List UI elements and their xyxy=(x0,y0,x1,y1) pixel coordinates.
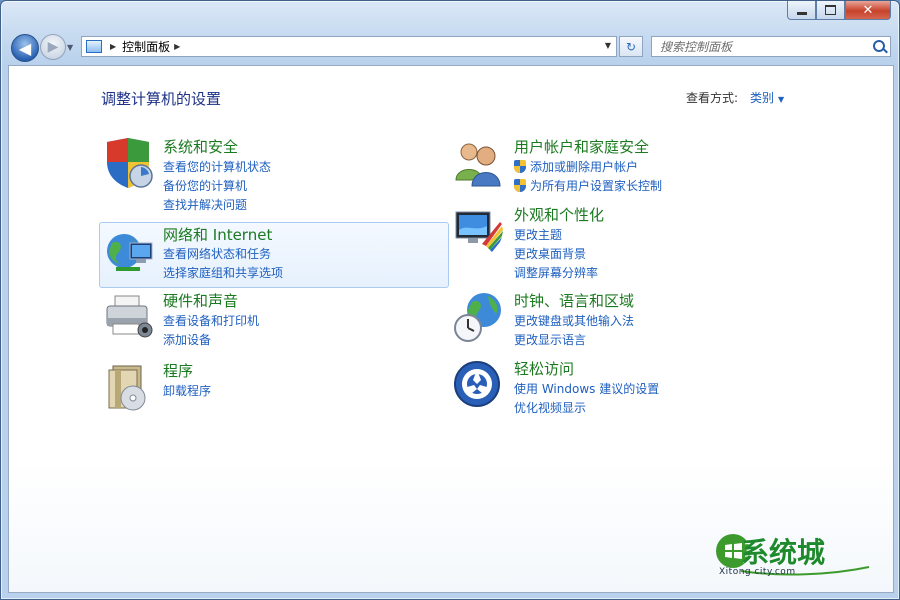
link-homegroup-sharing[interactable]: 选择家庭组和共享选项 xyxy=(163,264,283,281)
link-label[interactable]: 为所有用户设置家长控制 xyxy=(530,179,662,193)
search-input[interactable] xyxy=(658,38,867,55)
category-title[interactable]: 用户帐户和家庭安全 xyxy=(514,136,649,157)
ease-of-access-icon[interactable] xyxy=(452,358,506,412)
link-parental-controls[interactable]: 为所有用户设置家长控制 xyxy=(514,177,662,194)
link-backup-computer[interactable]: 备份您的计算机 xyxy=(163,177,247,194)
shield-icon[interactable] xyxy=(101,136,155,190)
link-use-windows-recommended-settings[interactable]: 使用 Windows 建议的设置 xyxy=(514,380,659,397)
breadcrumb-control-panel[interactable]: 控制面板 xyxy=(122,38,170,55)
minimize-icon xyxy=(796,11,807,15)
network-icon[interactable] xyxy=(102,225,156,279)
category-title[interactable]: 时钟、语言和区域 xyxy=(514,290,634,311)
category-title[interactable]: 系统和安全 xyxy=(163,136,238,157)
close-icon: ✕ xyxy=(862,2,874,18)
link-add-remove-users[interactable]: 添加或删除用户帐户 xyxy=(514,158,638,175)
category-clock-language-region: 时钟、语言和区域 更改键盘或其他输入法 更改显示语言 xyxy=(452,290,802,350)
uac-shield-icon xyxy=(514,179,526,192)
watermark-text: 系统城 xyxy=(741,536,826,569)
monitor-palette-icon[interactable] xyxy=(452,204,506,258)
category-title[interactable]: 网络和 Internet xyxy=(163,224,272,245)
watermark-subtext: Xitong city.com xyxy=(719,567,796,577)
address-bar[interactable]: ▶ 控制面板 ▶ ▼ xyxy=(81,36,617,57)
refresh-icon: ↻ xyxy=(625,39,637,54)
control-panel-window: ✕ ◀ ▶ ▼ ▶ 控制面板 ▶ ▼ ↻ 调整计算机的设置 查看方式: 类别 ▼ xyxy=(0,0,900,600)
link-change-keyboard-input[interactable]: 更改键盘或其他输入法 xyxy=(514,312,634,329)
printer-icon[interactable] xyxy=(101,290,155,344)
link-change-display-language[interactable]: 更改显示语言 xyxy=(514,331,586,348)
link-find-fix-problems[interactable]: 查找并解决问题 xyxy=(163,196,247,213)
category-system-security: 系统和安全 查看您的计算机状态 备份您的计算机 查找并解决问题 xyxy=(101,136,451,216)
address-dropdown-icon[interactable]: ▼ xyxy=(605,41,611,50)
link-devices-printers[interactable]: 查看设备和打印机 xyxy=(163,312,259,329)
forward-button[interactable]: ▶ xyxy=(40,34,66,60)
category-appearance: 外观和个性化 更改主题 更改桌面背景 调整屏幕分辨率 xyxy=(452,204,802,284)
category-title[interactable]: 外观和个性化 xyxy=(514,204,604,225)
refresh-button[interactable]: ↻ xyxy=(619,36,643,57)
category-title[interactable]: 轻松访问 xyxy=(514,358,574,379)
breadcrumb-chevron-icon[interactable]: ▶ xyxy=(110,42,116,51)
maximize-button[interactable] xyxy=(816,1,845,20)
chevron-down-icon[interactable]: ▼ xyxy=(778,95,784,104)
category-title[interactable]: 程序 xyxy=(163,360,193,381)
control-panel-content: 调整计算机的设置 查看方式: 类别 ▼ 系统和安全 查看您的计算机状态 备份您的计… xyxy=(8,65,894,593)
category-programs: 程序 卸载程序 xyxy=(101,360,451,420)
forward-arrow-icon: ▶ xyxy=(47,39,59,55)
link-label[interactable]: 添加或删除用户帐户 xyxy=(530,160,638,174)
navigation-bar: ◀ ▶ ▼ ▶ 控制面板 ▶ ▼ ↻ xyxy=(1,31,899,63)
caption-buttons: ✕ xyxy=(787,1,891,20)
view-by-dropdown[interactable]: 类别 ▼ xyxy=(750,89,784,106)
view-by-label: 查看方式: xyxy=(686,91,739,105)
category-title[interactable]: 硬件和声音 xyxy=(163,290,238,311)
page-title: 调整计算机的设置 xyxy=(101,90,222,108)
globe-clock-icon[interactable] xyxy=(452,290,506,344)
back-arrow-icon: ◀ xyxy=(18,38,32,58)
link-change-desktop-background[interactable]: 更改桌面背景 xyxy=(514,245,586,262)
link-view-computer-status[interactable]: 查看您的计算机状态 xyxy=(163,158,271,175)
search-icon[interactable] xyxy=(873,40,885,52)
control-panel-icon xyxy=(86,40,102,53)
minimize-button[interactable] xyxy=(787,1,816,20)
view-by-value[interactable]: 类别 xyxy=(750,91,774,105)
link-change-theme[interactable]: 更改主题 xyxy=(514,226,562,243)
link-uninstall-program[interactable]: 卸载程序 xyxy=(163,382,211,399)
recent-pages-dropdown[interactable]: ▼ xyxy=(67,43,73,52)
breadcrumb-chevron-icon[interactable]: ▶ xyxy=(174,42,180,51)
programs-icon[interactable] xyxy=(101,360,155,414)
link-adjust-screen-resolution[interactable]: 调整屏幕分辨率 xyxy=(514,264,598,281)
link-view-network-status[interactable]: 查看网络状态和任务 xyxy=(163,245,271,262)
category-hardware-sound: 硬件和声音 查看设备和打印机 添加设备 xyxy=(101,290,451,350)
category-network-internet[interactable]: 网络和 Internet 查看网络状态和任务 选择家庭组和共享选项 xyxy=(99,222,449,288)
link-optimize-visual-display[interactable]: 优化视频显示 xyxy=(514,399,586,416)
close-button[interactable]: ✕ xyxy=(845,1,891,20)
link-add-device[interactable]: 添加设备 xyxy=(163,331,211,348)
users-icon[interactable] xyxy=(452,136,506,190)
maximize-icon xyxy=(825,5,836,15)
category-user-accounts: 用户帐户和家庭安全 添加或删除用户帐户 为所有用户设置家长控制 xyxy=(452,136,802,196)
search-box[interactable] xyxy=(651,36,891,57)
category-ease-of-access: 轻松访问 使用 Windows 建议的设置 优化视频显示 xyxy=(452,358,802,418)
back-button[interactable]: ◀ xyxy=(11,34,39,62)
uac-shield-icon xyxy=(514,160,526,173)
